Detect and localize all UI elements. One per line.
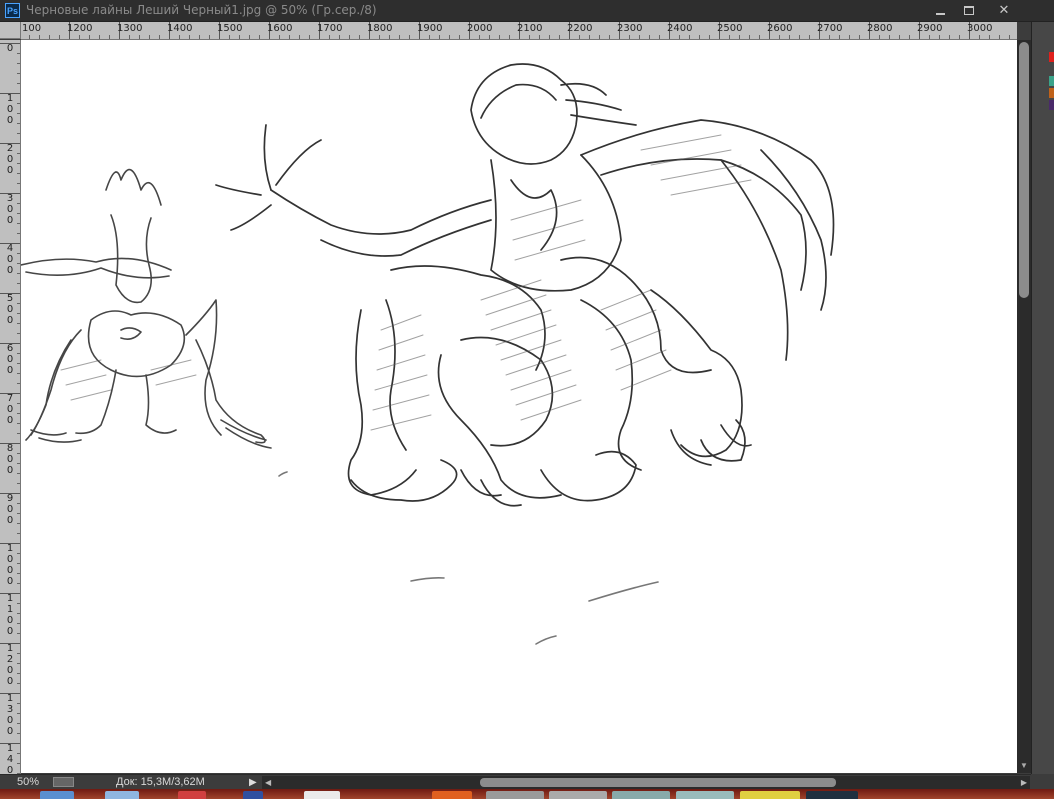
document-title: Черновые лайны Леший Черный1.jpg @ 50% (…	[26, 3, 377, 17]
ruler-v-label: 900	[6, 493, 14, 526]
scroll-left-icon[interactable]: ◀	[265, 776, 271, 789]
ruler-h-label: 2000	[467, 23, 493, 34]
ruler-h-label: 1500	[217, 23, 243, 34]
ruler-v-label: 1200	[6, 643, 14, 687]
os-taskbar	[0, 789, 1054, 799]
minimize-button[interactable]	[926, 0, 954, 19]
ruler-v-label: 0	[6, 43, 14, 54]
document-title-bar[interactable]: Ps Черновые лайны Леший Черный1.jpg @ 50…	[0, 0, 1054, 22]
vertical-ruler[interactable]: 0 100 200 300 400 500 600 700 800 900 10…	[0, 40, 21, 774]
status-menu-arrow-icon[interactable]: ▶	[249, 775, 257, 790]
ruler-h-label: 1200	[67, 23, 93, 34]
maximize-icon	[964, 6, 974, 16]
color-swatch-purple[interactable]	[1049, 100, 1054, 110]
taskbar-item[interactable]	[304, 791, 340, 799]
ruler-v-label: 400	[6, 243, 14, 276]
status-bar: 50% Док: 15,3M/3,62M ▶ ◀ ▶	[0, 774, 1031, 790]
horizontal-ruler[interactable]: 100 1200 1300 1400 1500 1600 1700 1800 1…	[21, 22, 1017, 40]
photoshop-window: Ps Черновые лайны Леший Черный1.jpg @ 50…	[0, 0, 1054, 799]
color-swatch-red[interactable]	[1049, 52, 1054, 62]
close-button[interactable]: ✕	[984, 0, 1024, 19]
taskbar-item[interactable]	[806, 791, 858, 799]
ruler-h-label: 2700	[817, 23, 843, 34]
ruler-h-label: 2100	[517, 23, 543, 34]
ruler-v-label: 1300	[6, 693, 14, 737]
taskbar-item[interactable]	[676, 791, 734, 799]
ruler-v-label: 200	[6, 143, 14, 176]
ruler-v-label: 700	[6, 393, 14, 426]
vertical-scrollbar[interactable]: ▲ ▼	[1017, 40, 1031, 773]
ruler-v-label: 600	[6, 343, 14, 376]
ruler-h-label: 1400	[167, 23, 193, 34]
scroll-right-icon[interactable]: ▶	[1021, 776, 1027, 789]
ruler-h-label: 100	[22, 23, 42, 34]
ruler-h-label: 2300	[617, 23, 643, 34]
color-swatch-orange[interactable]	[1049, 88, 1054, 98]
ruler-h-label: 2500	[717, 23, 743, 34]
zoom-level[interactable]: 50%	[17, 775, 39, 790]
taskbar-item[interactable]	[432, 791, 472, 799]
ground-strokes	[278, 471, 659, 645]
ruler-h-label: 1700	[317, 23, 343, 34]
ruler-v-label: 1100	[6, 593, 14, 637]
taskbar-item[interactable]	[178, 791, 206, 799]
taskbar-item[interactable]	[105, 791, 139, 799]
ruler-h-label: 2900	[917, 23, 943, 34]
ruler-h-label: 2800	[867, 23, 893, 34]
ruler-origin[interactable]	[0, 22, 21, 39]
taskbar-item[interactable]	[40, 791, 74, 799]
taskbar-item[interactable]	[243, 791, 263, 799]
document-canvas[interactable]	[21, 40, 1017, 773]
left-creature-sketch	[21, 168, 272, 449]
ruler-h-label: 2200	[567, 23, 593, 34]
collapsed-panel-strip	[1031, 22, 1054, 774]
ruler-v-label: 1400	[6, 743, 14, 774]
horizontal-scroll-thumb[interactable]	[480, 778, 836, 787]
ruler-h-label: 2600	[767, 23, 793, 34]
main-creature-sketch	[215, 63, 835, 507]
ruler-h-label: 3000	[967, 23, 993, 34]
scroll-down-icon[interactable]: ▼	[1017, 759, 1031, 773]
ruler-h-label: 1900	[417, 23, 443, 34]
close-icon: ✕	[998, 2, 1010, 17]
document-size: Док: 15,3M/3,62M	[116, 776, 205, 788]
horizontal-scrollbar[interactable]: ◀ ▶	[262, 776, 1030, 789]
taskbar-item[interactable]	[549, 791, 607, 799]
taskbar-item[interactable]	[740, 791, 800, 799]
ruler-v-label: 100	[6, 93, 14, 126]
ruler-h-label: 1300	[117, 23, 143, 34]
color-swatch-teal[interactable]	[1049, 76, 1054, 86]
ruler-h-label: 1800	[367, 23, 393, 34]
ruler-v-label: 300	[6, 193, 14, 226]
ruler-v-label: 800	[6, 443, 14, 476]
ruler-h-label: 1600	[267, 23, 293, 34]
vertical-scroll-thumb[interactable]	[1019, 42, 1029, 298]
ruler-h-label: 2400	[667, 23, 693, 34]
taskbar-item[interactable]	[612, 791, 670, 799]
sketch-artwork	[21, 63, 835, 645]
status-info-icon[interactable]	[53, 777, 74, 787]
maximize-button[interactable]	[955, 0, 983, 19]
photoshop-app-icon: Ps	[5, 3, 20, 18]
taskbar-item[interactable]	[486, 791, 544, 799]
minimize-icon	[935, 12, 945, 15]
ruler-v-label: 1000	[6, 543, 14, 587]
ruler-v-label: 500	[6, 293, 14, 326]
shading-strokes	[60, 134, 752, 431]
